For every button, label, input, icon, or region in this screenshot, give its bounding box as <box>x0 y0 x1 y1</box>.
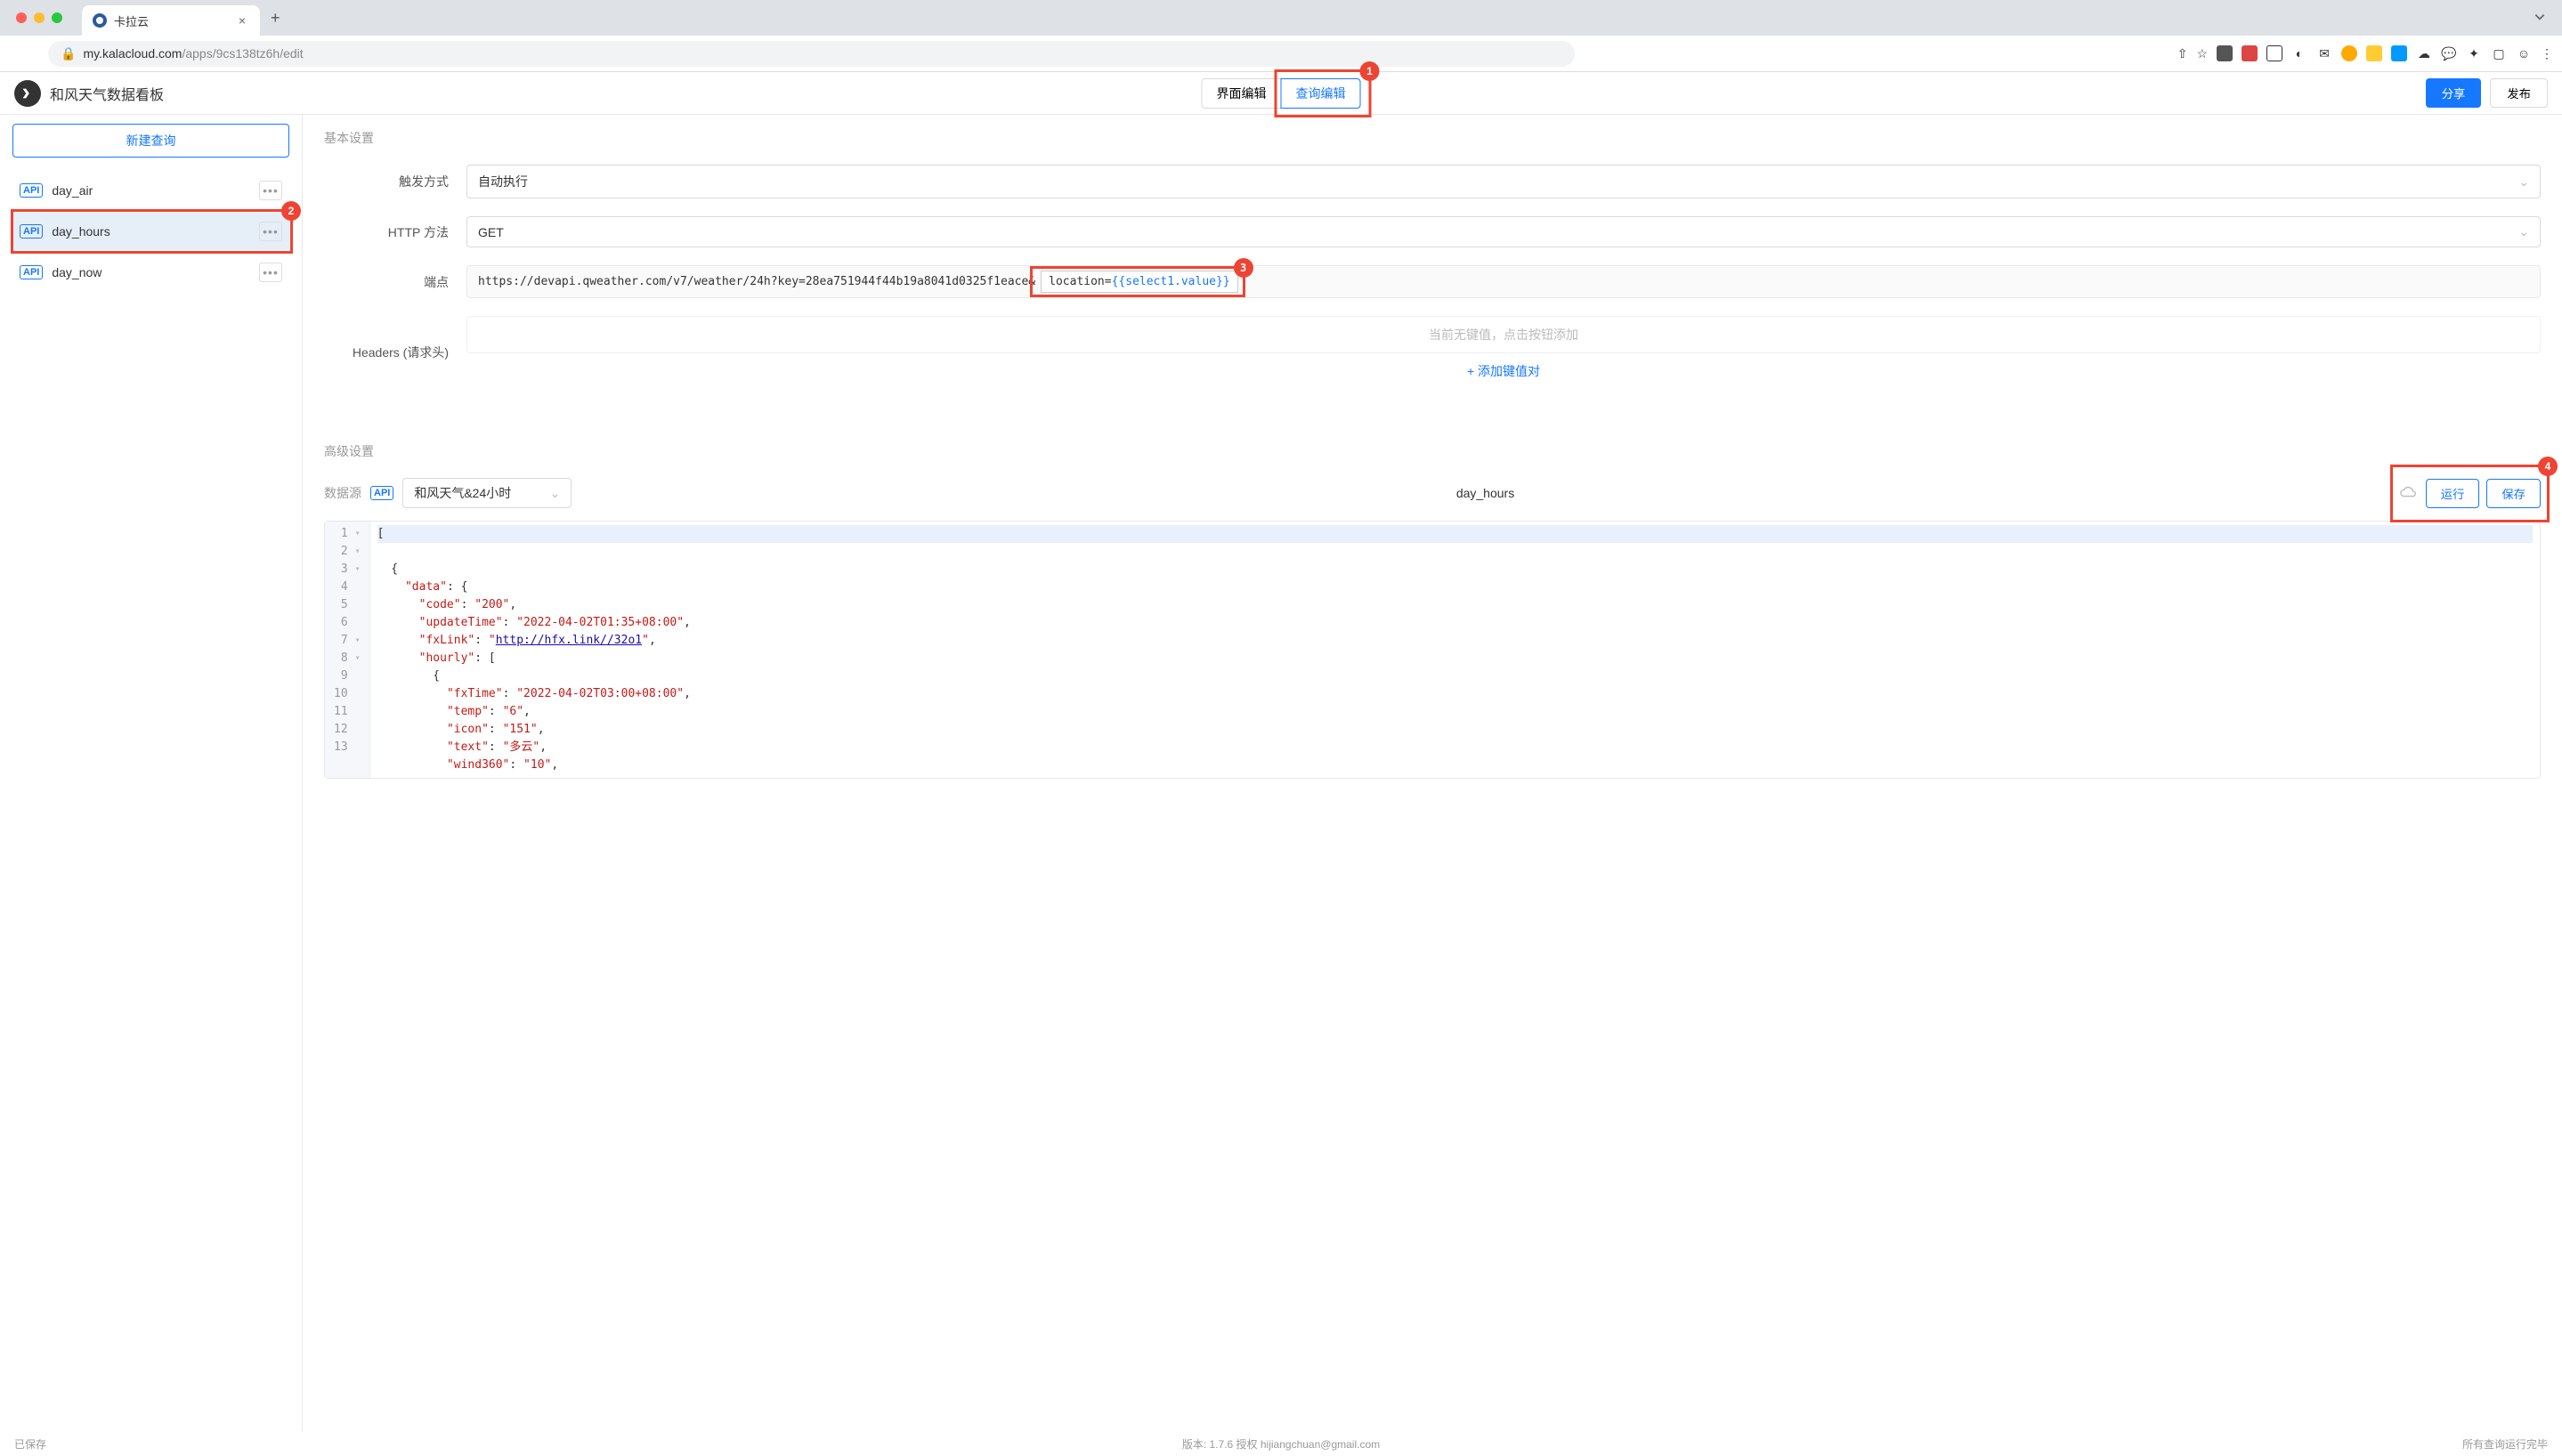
ui-edit-mode-button[interactable]: 界面编辑 <box>1202 78 1282 109</box>
ext-icon-3[interactable] <box>2266 45 2282 61</box>
expand-tabs-icon[interactable] <box>2534 11 2555 26</box>
query-item-label: day_air <box>52 183 250 198</box>
url-host: my.kalacloud.com <box>83 46 182 61</box>
trigger-label: 触发方式 <box>324 173 466 190</box>
menu-icon[interactable]: ⋮ <box>2541 46 2553 61</box>
ext-icon-7[interactable] <box>2391 45 2407 61</box>
ext-icon-9[interactable]: 💬 <box>2441 45 2457 61</box>
ext-icon-4[interactable]: ◐ <box>2291 45 2307 61</box>
content-panel: 基本设置 触发方式 自动执行 ⌄ HTTP 方法 GET ⌄ 端点 https:… <box>303 115 2562 1432</box>
close-window-button[interactable] <box>16 12 27 23</box>
query-sidebar: 新建查询 API day_air ••• API day_hours ••• 2… <box>0 115 303 1432</box>
ext-icon-5[interactable] <box>2341 45 2357 61</box>
endpoint-static: https://devapi.qweather.com/v7/weather/2… <box>478 275 1035 288</box>
url-path: /apps/9cs138tz6h/edit <box>182 46 303 61</box>
headers-label: Headers (请求头) <box>324 344 466 361</box>
api-icon: API <box>20 183 43 198</box>
save-button[interactable]: 保存 <box>2486 479 2541 508</box>
mode-switcher: 界面编辑 查询编辑 1 <box>1202 78 1361 109</box>
favicon-icon <box>93 13 107 28</box>
headers-row: Headers (请求头) 当前无键值，点击按钮添加 + 添加键值对 <box>324 316 2541 389</box>
trigger-value: 自动执行 <box>478 173 528 190</box>
lock-icon: 🔒 <box>61 46 76 61</box>
ext-icon-1[interactable] <box>2217 45 2233 61</box>
publish-button[interactable]: 发布 <box>2490 78 2548 108</box>
method-label: HTTP 方法 <box>324 223 466 241</box>
datasource-label: 数据源 <box>324 484 361 502</box>
datasource-select[interactable]: 和风天气&24小时 ⌄ <box>402 478 572 508</box>
toolbar-icons: ⇧ ☆ ◐ ✉ ☁ 💬 ✦ ▢ ☺ ⋮ <box>2177 45 2553 61</box>
maximize-window-button[interactable] <box>52 12 62 23</box>
status-bar: 已保存 版本: 1.7.6 授权 hijiangchuan@gmail.com … <box>0 1431 2562 1456</box>
method-select[interactable]: GET ⌄ <box>466 216 2541 247</box>
query-item-label: day_hours <box>52 224 250 239</box>
basic-settings-title: 基本设置 <box>324 129 2541 147</box>
api-icon: API <box>370 486 393 500</box>
run-button[interactable]: 运行 <box>2426 479 2480 508</box>
trigger-row: 触发方式 自动执行 ⌄ <box>324 165 2541 198</box>
more-icon[interactable]: ••• <box>259 222 282 241</box>
method-value: GET <box>478 225 504 239</box>
avatar-icon[interactable]: ☺ <box>2516 45 2532 61</box>
cloud-icon <box>2399 484 2419 503</box>
datasource-value: 和风天气&24小时 <box>414 484 511 502</box>
browser-tab[interactable]: 卡拉云 × <box>82 5 260 36</box>
main-layout: 新建查询 API day_air ••• API day_hours ••• 2… <box>0 115 2562 1432</box>
ext-icon-6[interactable] <box>2366 45 2382 61</box>
query-name-display: day_hours <box>1456 486 1514 500</box>
page-title: 和风天气数据看板 <box>50 83 164 104</box>
line-gutter: 1▾ 2▾ 3▾ 4 5 6 7▾ 8▾ 9 10 11 12 13 <box>325 522 370 778</box>
ext-icon-8[interactable]: ☁ <box>2416 45 2432 61</box>
api-icon: API <box>20 224 43 239</box>
chevron-down-icon: ⌄ <box>2518 224 2529 239</box>
annotation-badge-4: 4 <box>2538 457 2558 476</box>
code-editor[interactable]: 1▾ 2▾ 3▾ 4 5 6 7▾ 8▾ 9 10 11 12 13 [ { "… <box>324 521 2541 779</box>
share-button[interactable]: 分享 <box>2426 78 2482 108</box>
endpoint-input[interactable]: https://devapi.qweather.com/v7/weather/2… <box>466 265 2541 298</box>
app-header: 和风天气数据看板 界面编辑 查询编辑 1 分享 发布 <box>0 72 2562 115</box>
advanced-section: 高级设置 数据源 API 和风天气&24小时 ⌄ day_hours 运行 保存 <box>324 442 2541 779</box>
panel-icon[interactable]: ▢ <box>2491 45 2507 61</box>
new-query-button[interactable]: 新建查询 <box>12 124 289 158</box>
new-tab-button[interactable]: + <box>260 9 291 28</box>
url-bar: 🔒 my.kalacloud.com/apps/9cs138tz6h/edit … <box>0 36 2562 71</box>
api-icon: API <box>20 265 43 279</box>
method-row: HTTP 方法 GET ⌄ <box>324 216 2541 247</box>
query-edit-mode-button[interactable]: 查询编辑 <box>1281 78 1361 109</box>
advanced-title: 高级设置 <box>324 442 2541 460</box>
query-status: 所有查询运行完毕 <box>2462 1436 2548 1452</box>
browser-chrome: 卡拉云 × + 🔒 my.kalacloud.com/apps/9cs138tz… <box>0 0 2562 72</box>
version-info: 版本: 1.7.6 授权 hijiangchuan@gmail.com <box>1182 1436 1380 1452</box>
extensions-icon[interactable]: ✦ <box>2466 45 2482 61</box>
query-item-day-hours[interactable]: API day_hours ••• <box>12 213 289 250</box>
ext-icon-mail[interactable]: ✉ <box>2316 45 2332 61</box>
query-item-label: day_now <box>52 265 250 279</box>
saved-status: 已保存 <box>14 1436 46 1452</box>
query-actions: 运行 保存 <box>2399 479 2541 508</box>
more-icon[interactable]: ••• <box>259 263 282 282</box>
more-icon[interactable]: ••• <box>259 181 282 200</box>
query-item-day-air[interactable]: API day_air ••• <box>12 172 289 209</box>
close-tab-icon[interactable]: × <box>235 13 249 28</box>
add-kv-button[interactable]: + 添加键值对 <box>466 353 2541 389</box>
chevron-down-icon: ⌄ <box>2518 174 2529 190</box>
endpoint-label: 端点 <box>324 273 466 291</box>
minimize-window-button[interactable] <box>34 12 45 23</box>
headers-placeholder: 当前无键值，点击按钮添加 <box>466 316 2541 353</box>
tab-title: 卡拉云 <box>114 12 235 29</box>
trigger-select[interactable]: 自动执行 ⌄ <box>466 165 2541 198</box>
chevron-down-icon: ⌄ <box>550 486 561 501</box>
endpoint-dynamic: location={{select1.value}} <box>1041 271 1238 293</box>
app-logo-icon <box>14 80 41 107</box>
share-icon[interactable]: ⇧ <box>2177 46 2188 61</box>
query-item-day-now[interactable]: API day_now ••• <box>12 254 289 291</box>
datasource-row: 数据源 API 和风天气&24小时 ⌄ day_hours 运行 保存 4 <box>324 478 2541 508</box>
tab-bar: 卡拉云 × + <box>0 0 2562 36</box>
bookmark-icon[interactable]: ☆ <box>2196 46 2208 61</box>
address-bar[interactable]: 🔒 my.kalacloud.com/apps/9cs138tz6h/edit <box>48 41 1575 67</box>
endpoint-row: 端点 https://devapi.qweather.com/v7/weathe… <box>324 265 2541 298</box>
code-body[interactable]: [ { "data": { "code": "200", "updateTime… <box>370 522 2540 778</box>
window-controls <box>7 12 71 23</box>
ext-icon-2[interactable] <box>2242 45 2258 61</box>
